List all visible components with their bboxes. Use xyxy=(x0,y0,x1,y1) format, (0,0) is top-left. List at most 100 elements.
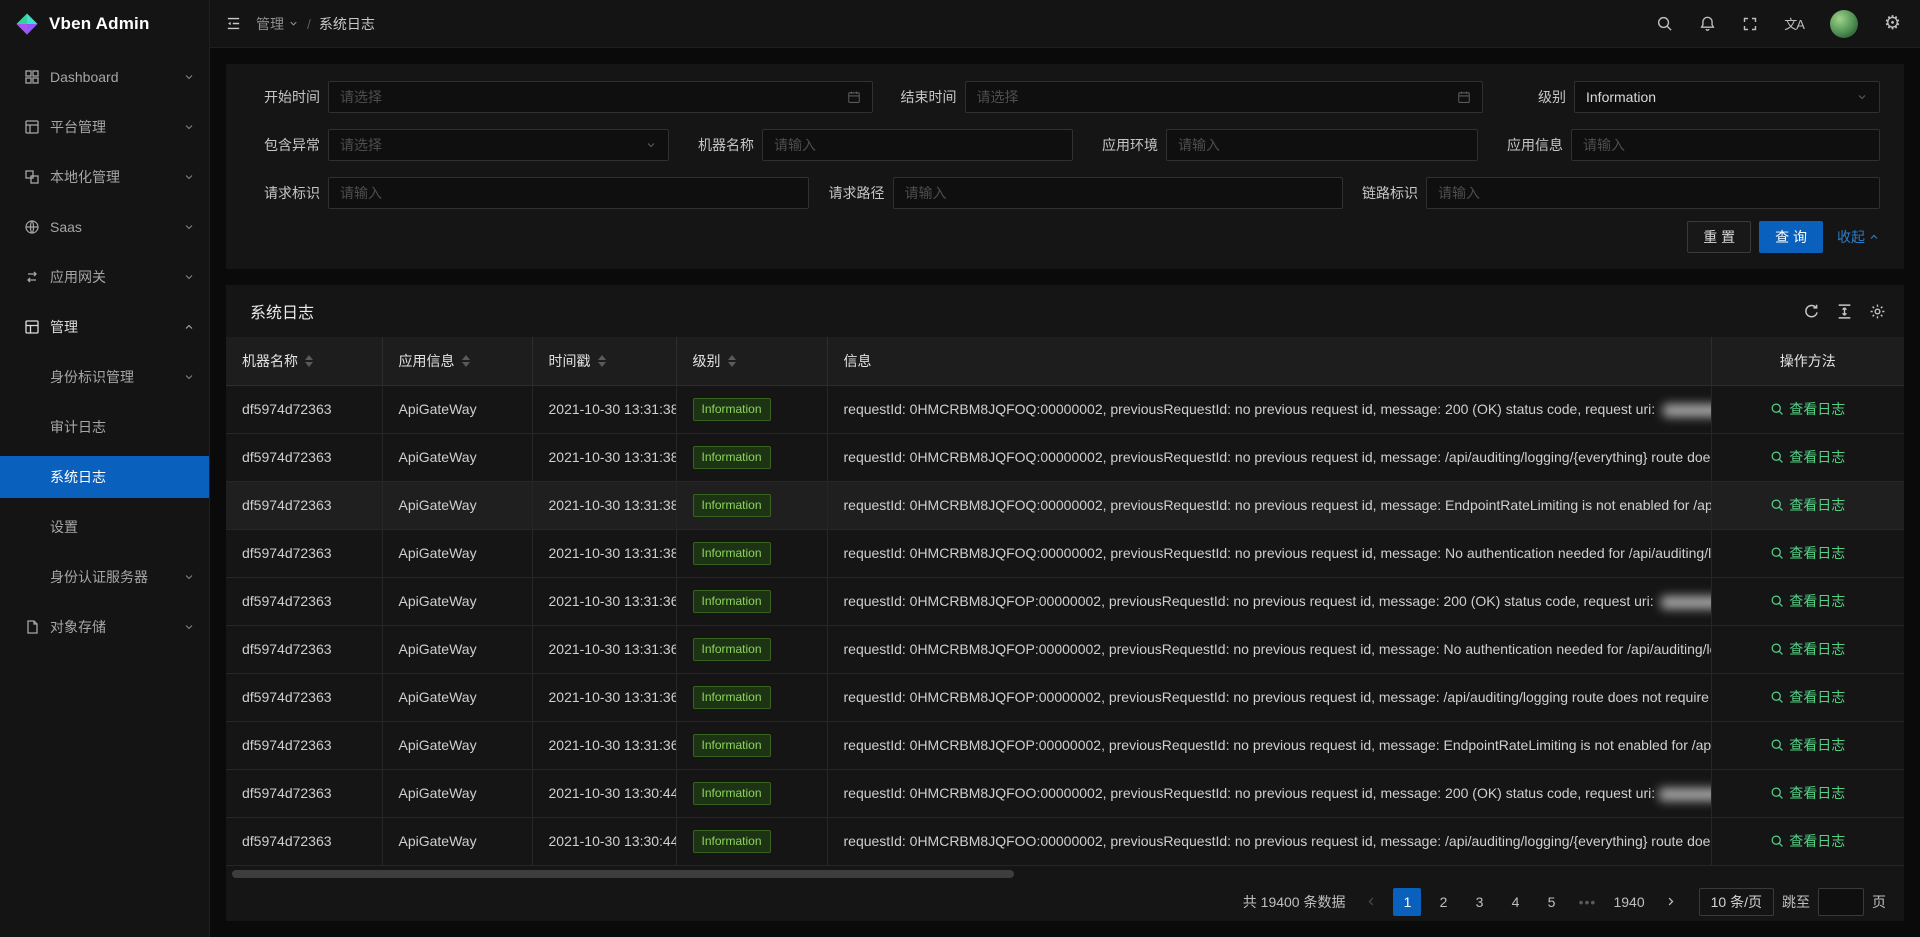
fullscreen-icon[interactable] xyxy=(1729,0,1771,48)
scrollbar-thumb[interactable] xyxy=(232,870,1014,878)
sidebar-item-gateway[interactable]: 应用网关 xyxy=(0,256,209,298)
sidebar-menu: Dashboard 平台管理 本地化管理 xyxy=(0,48,209,937)
page-button-1[interactable]: 1 xyxy=(1393,888,1421,916)
filter-row-3: 请求标识 请求路径 链路标识 xyxy=(250,177,1880,209)
magnifier-icon xyxy=(1770,546,1784,560)
chevron-up-icon xyxy=(183,321,195,333)
view-log-link[interactable]: 查看日志 xyxy=(1770,495,1845,515)
level-select[interactable]: Information xyxy=(1574,81,1880,113)
machine-name-input[interactable] xyxy=(762,129,1073,161)
app-info-input[interactable] xyxy=(1571,129,1880,161)
level-badge: Information xyxy=(693,446,771,469)
search-button[interactable]: 查 询 xyxy=(1759,221,1823,253)
sidebar-item-identity-management[interactable]: 身份标识管理 xyxy=(0,356,209,398)
field-machine-name: 机器名称 xyxy=(684,129,1073,161)
view-log-link[interactable]: 查看日志 xyxy=(1770,399,1845,419)
app-env-input[interactable] xyxy=(1166,129,1478,161)
start-time-picker[interactable]: 请选择 xyxy=(328,81,873,113)
cell-actions: 查看日志 xyxy=(1711,433,1904,481)
menu-fold-icon[interactable] xyxy=(214,0,252,48)
sidebar-item-platform[interactable]: 平台管理 xyxy=(0,106,209,148)
filter-row-2: 包含异常 请选择 机器名称 应用环境 xyxy=(250,129,1880,161)
refresh-icon[interactable] xyxy=(1803,303,1820,320)
table-row: df5974d72363 ApiGateWay 2021-10-30 13:31… xyxy=(226,625,1904,673)
log-table-panel: 系统日志 xyxy=(226,285,1904,921)
field-app-env: 应用环境 xyxy=(1088,129,1478,161)
cell-level: Information xyxy=(676,673,827,721)
sidebar-item-management[interactable]: 管理 xyxy=(0,306,209,348)
chevron-down-icon xyxy=(183,221,195,233)
view-log-link[interactable]: 查看日志 xyxy=(1770,831,1845,851)
page-button-last[interactable]: 1940 xyxy=(1609,888,1648,916)
cell-app: ApiGateWay xyxy=(382,625,532,673)
chevron-down-icon xyxy=(183,371,195,383)
page-size-select[interactable]: 10 条/页 xyxy=(1699,888,1774,916)
reset-button[interactable]: 重 置 xyxy=(1687,221,1751,253)
page-button-2[interactable]: 2 xyxy=(1429,888,1457,916)
column-header-machine[interactable]: 机器名称 xyxy=(226,337,382,385)
translate-icon[interactable]: 文A xyxy=(1771,0,1817,48)
redacted-text xyxy=(1663,404,1711,417)
table-row: df5974d72363 ApiGateWay 2021-10-30 13:31… xyxy=(226,673,1904,721)
logo[interactable]: Vben Admin xyxy=(0,0,209,48)
sidebar-item-auth-server[interactable]: 身份认证服务器 xyxy=(0,556,209,598)
view-log-link[interactable]: 查看日志 xyxy=(1770,735,1845,755)
trace-id-input[interactable] xyxy=(1426,177,1880,209)
view-log-link[interactable]: 查看日志 xyxy=(1770,639,1845,659)
has-exception-select[interactable]: 请选择 xyxy=(328,129,669,161)
table-settings-icon[interactable] xyxy=(1869,303,1886,320)
field-has-exception: 包含异常 请选择 xyxy=(250,129,669,161)
end-time-picker[interactable]: 请选择 xyxy=(965,81,1483,113)
cell-app: ApiGateWay xyxy=(382,481,532,529)
cell-level: Information xyxy=(676,481,827,529)
collapse-filter-link[interactable]: 收起 xyxy=(1837,227,1880,247)
page-button-3[interactable]: 3 xyxy=(1465,888,1493,916)
logo-icon xyxy=(14,11,40,37)
view-log-link[interactable]: 查看日志 xyxy=(1770,687,1845,707)
view-log-link[interactable]: 查看日志 xyxy=(1770,543,1845,563)
gear-icon[interactable]: ⚙ xyxy=(1871,0,1914,48)
breadcrumb-parent[interactable]: 管理 xyxy=(256,14,299,34)
view-log-link[interactable]: 查看日志 xyxy=(1770,447,1845,467)
column-height-icon[interactable] xyxy=(1836,303,1853,320)
pagination-ellipsis[interactable]: ••• xyxy=(1573,894,1601,910)
log-table: 机器名称 应用信息 时间戳 xyxy=(226,337,1904,866)
table-row: df5974d72363 ApiGateWay 2021-10-30 13:31… xyxy=(226,721,1904,769)
next-page-button[interactable] xyxy=(1657,888,1685,916)
request-path-input[interactable] xyxy=(893,177,1343,209)
column-header-level[interactable]: 级别 xyxy=(676,337,827,385)
sidebar-item-localization[interactable]: 本地化管理 xyxy=(0,156,209,198)
sidebar-item-system-log[interactable]: 系统日志 xyxy=(0,456,209,498)
view-log-link[interactable]: 查看日志 xyxy=(1770,591,1845,611)
column-header-timestamp[interactable]: 时间戳 xyxy=(532,337,676,385)
cell-machine: df5974d72363 xyxy=(226,721,382,769)
bell-icon[interactable] xyxy=(1686,0,1729,48)
sidebar-item-object-storage[interactable]: 对象存储 xyxy=(0,606,209,648)
sidebar-item-dashboard[interactable]: Dashboard xyxy=(0,56,209,98)
column-header-app[interactable]: 应用信息 xyxy=(382,337,532,385)
search-icon[interactable] xyxy=(1643,0,1686,48)
request-id-input[interactable] xyxy=(328,177,809,209)
sidebar-item-audit-log[interactable]: 审计日志 xyxy=(0,406,209,448)
field-label: 链路标识 xyxy=(1348,183,1418,203)
magnifier-icon xyxy=(1770,498,1784,512)
field-label: 包含异常 xyxy=(250,135,320,155)
page-button-5[interactable]: 5 xyxy=(1537,888,1565,916)
cell-timestamp: 2021-10-30 13:31:36 xyxy=(532,625,676,673)
cell-machine: df5974d72363 xyxy=(226,529,382,577)
jump-page-input[interactable] xyxy=(1818,888,1864,916)
user-menu[interactable] xyxy=(1817,0,1871,48)
sidebar-item-saas[interactable]: Saas xyxy=(0,206,209,248)
table-row: df5974d72363 ApiGateWay 2021-10-30 13:31… xyxy=(226,385,1904,433)
calendar-icon xyxy=(1457,90,1471,104)
cell-app: ApiGateWay xyxy=(382,769,532,817)
cell-app: ApiGateWay xyxy=(382,577,532,625)
dashboard-icon xyxy=(24,69,40,85)
view-log-link[interactable]: 查看日志 xyxy=(1770,783,1845,803)
magnifier-icon xyxy=(1770,786,1784,800)
cell-message: requestId: 0HMCRBM8JQFOP:00000002, previ… xyxy=(827,577,1711,625)
horizontal-scrollbar xyxy=(226,868,1904,880)
page-button-4[interactable]: 4 xyxy=(1501,888,1529,916)
prev-page-button[interactable] xyxy=(1357,888,1385,916)
sidebar-item-settings[interactable]: 设置 xyxy=(0,506,209,548)
